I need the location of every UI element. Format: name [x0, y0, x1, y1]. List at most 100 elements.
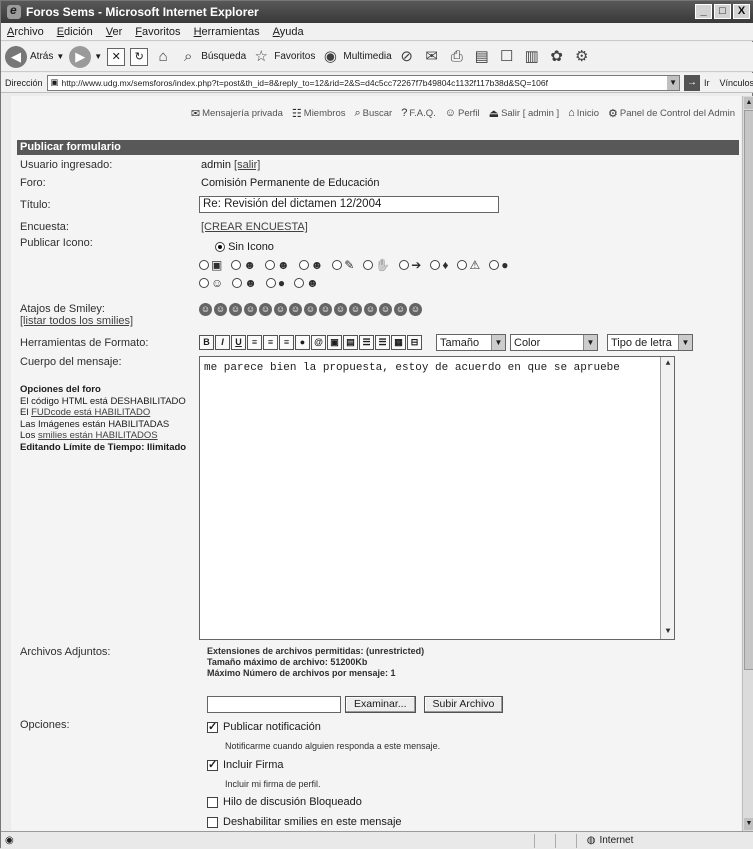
color-select[interactable]: Color ▼: [510, 334, 598, 351]
post-icon-option[interactable]: ▣: [199, 259, 222, 271]
nav-salir[interactable]: ⏏ Salir [ admin ]: [489, 107, 559, 120]
smiley-icon[interactable]: ☺: [409, 303, 422, 316]
post-icon-option[interactable]: ●: [265, 277, 285, 289]
scroll-up-icon[interactable]: ▲: [662, 358, 674, 370]
smiley-icon[interactable]: ☺: [334, 303, 347, 316]
forward-button[interactable]: ▶ ▼: [69, 45, 102, 68]
url-button[interactable]: ●: [295, 335, 310, 350]
message-body-textarea[interactable]: me parece bien la propuesta, estoy de ac…: [199, 356, 675, 640]
favorites-button[interactable]: ☆ Favoritos: [251, 47, 316, 67]
mail-icon[interactable]: ✉: [422, 47, 442, 67]
refresh-icon[interactable]: ↻: [130, 47, 149, 66]
menu-archivo[interactable]: Archivo: [7, 26, 44, 38]
edit-icon[interactable]: ▤: [472, 47, 492, 67]
home-icon[interactable]: ⌂: [153, 47, 173, 67]
smiley-icon[interactable]: ☺: [214, 303, 227, 316]
post-icon-option[interactable]: ☺: [199, 277, 223, 289]
back-button[interactable]: ◀ Atrás ▼: [5, 45, 64, 68]
image-button[interactable]: ▣: [327, 335, 342, 350]
deshabilitar-smilies-option[interactable]: Deshabilitar smilies en este mensaje: [207, 816, 402, 828]
scroll-thumb[interactable]: [744, 110, 753, 670]
post-icon-option[interactable]: ☻: [264, 259, 290, 271]
crear-encuesta-link[interactable]: [CREAR ENCUESTA]: [201, 221, 308, 233]
search-button[interactable]: ⌕ Búsqueda: [178, 47, 246, 67]
align-center-button[interactable]: ≡: [263, 335, 278, 350]
smiley-icon[interactable]: ☺: [319, 303, 332, 316]
smiley-icon[interactable]: ☺: [244, 303, 257, 316]
nav-miembros[interactable]: ☷ Miembros: [292, 107, 346, 120]
nav-mensajeria[interactable]: ✉ Mensajería privada: [191, 107, 283, 120]
go-arrow-icon[interactable]: →: [684, 74, 700, 91]
scroll-down-icon[interactable]: ▼: [662, 626, 674, 638]
smiley-icon[interactable]: ☺: [229, 303, 242, 316]
list-button[interactable]: ☰: [359, 335, 374, 350]
examinar-button[interactable]: Examinar...: [345, 696, 416, 713]
go-button[interactable]: Ir: [704, 78, 710, 88]
discuss-icon[interactable]: ☐: [497, 47, 517, 67]
close-button[interactable]: X: [733, 4, 750, 19]
salir-link[interactable]: [salir]: [234, 159, 260, 171]
stop-icon[interactable]: ✕: [107, 47, 126, 66]
nav-faq[interactable]: ? F.A.Q.: [401, 107, 436, 119]
post-icon-option[interactable]: ☻: [231, 259, 256, 271]
bloqueado-option[interactable]: Hilo de discusión Bloqueado: [207, 796, 362, 808]
smiley-icon[interactable]: ☺: [379, 303, 392, 316]
notificacion-option[interactable]: Publicar notificación: [207, 720, 321, 733]
firma-option[interactable]: Incluir Firma: [207, 758, 284, 771]
smiley-icon[interactable]: ☺: [274, 303, 287, 316]
firma-checkbox[interactable]: [207, 758, 218, 771]
nav-buscar[interactable]: ⌕ Buscar: [354, 107, 392, 120]
nav-admin[interactable]: ⚙ Panel de Control del Admin: [608, 107, 735, 120]
post-icon-option[interactable]: ✋: [363, 259, 390, 271]
quote-button[interactable]: ▤: [343, 335, 358, 350]
links-label[interactable]: Vínculos: [719, 78, 753, 88]
menu-edicion[interactable]: Edición: [57, 26, 93, 38]
hr-button[interactable]: ⊟: [407, 335, 422, 350]
align-left-button[interactable]: ≡: [247, 335, 262, 350]
page-scrollbar[interactable]: ▲ ▼: [742, 96, 753, 831]
smiley-icon[interactable]: ☺: [259, 303, 272, 316]
menu-herramientas[interactable]: Herramientas: [194, 26, 260, 38]
media-button[interactable]: ◉ Multimedia: [320, 47, 392, 67]
smiley-icon[interactable]: ☺: [349, 303, 362, 316]
notificacion-checkbox[interactable]: [207, 720, 218, 733]
minimize-button[interactable]: _: [695, 4, 712, 19]
listar-smilies-link[interactable]: [listar todos los smilies]: [20, 315, 133, 327]
smiley-icon[interactable]: ☺: [394, 303, 407, 316]
code-button[interactable]: ▦: [391, 335, 406, 350]
post-icon-option[interactable]: ♦: [430, 259, 448, 271]
scroll-down-icon[interactable]: ▼: [744, 818, 753, 830]
post-icon-option[interactable]: ⚠: [457, 259, 480, 271]
deshabilitar-smilies-checkbox[interactable]: [207, 816, 218, 828]
post-icon-option[interactable]: ☻: [232, 277, 257, 289]
research-icon[interactable]: ▥: [522, 47, 542, 67]
file-path-input[interactable]: [207, 696, 341, 713]
address-dropdown-icon[interactable]: ▼: [667, 75, 680, 90]
smiley-icon[interactable]: ☺: [364, 303, 377, 316]
smiley-icon[interactable]: ☺: [199, 303, 212, 316]
fudcode-link[interactable]: FUDcode está HABILITADO: [31, 407, 150, 418]
subir-archivo-button[interactable]: Subir Archivo: [423, 696, 504, 713]
email-button[interactable]: @: [311, 335, 326, 350]
menu-ver[interactable]: Ver: [106, 26, 123, 38]
scroll-up-icon[interactable]: ▲: [744, 97, 753, 109]
post-icon-option[interactable]: ➔: [399, 259, 421, 271]
smiley-icon[interactable]: ☺: [289, 303, 302, 316]
history-icon[interactable]: ⊘: [397, 47, 417, 67]
tipo-letra-select[interactable]: Tipo de letra ▼: [607, 334, 693, 351]
titulo-input[interactable]: Re: Revisión del dictamen 12/2004: [199, 196, 499, 213]
menu-ayuda[interactable]: Ayuda: [273, 26, 304, 38]
menu-favoritos[interactable]: Favoritos: [135, 26, 180, 38]
post-icon-option[interactable]: ●: [489, 259, 508, 271]
bold-button[interactable]: B: [199, 335, 214, 350]
maximize-button[interactable]: □: [714, 4, 731, 19]
nav-inicio[interactable]: ⌂ Inicio: [568, 107, 599, 119]
bloqueado-checkbox[interactable]: [207, 796, 218, 808]
post-icon-option[interactable]: ☻: [298, 259, 323, 271]
smilies-link[interactable]: smilies están HABILITADOS: [38, 430, 158, 441]
smiley-icon[interactable]: ☺: [304, 303, 317, 316]
sin-icono-radio[interactable]: [215, 242, 225, 253]
extra-icon[interactable]: ⚙: [572, 47, 592, 67]
post-icon-option[interactable]: ✎: [332, 259, 354, 271]
italic-button[interactable]: I: [215, 335, 230, 350]
